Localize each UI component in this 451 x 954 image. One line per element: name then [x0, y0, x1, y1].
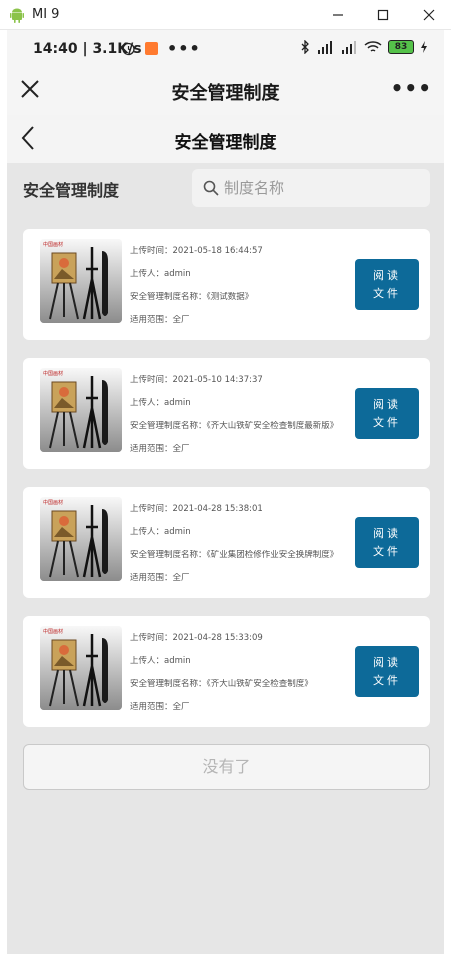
page-header: 安全管理制度 — [7, 115, 444, 163]
document-thumbnail: 中国画材 — [40, 239, 122, 323]
svg-text:中国画材: 中国画材 — [43, 499, 63, 506]
status-bar: 14:40 | 3.1K/s ••• 83 — [7, 30, 444, 70]
emulator-title-bar: MI 9 — [0, 0, 451, 30]
document-name: 安全管理制度名称：《矿业集团检修作业安全换牌制度》 — [130, 550, 339, 560]
minimize-icon — [333, 14, 343, 16]
document-info: 上传时间：2021-05-10 14:37:37 上传人：admin 安全管理制… — [130, 375, 360, 467]
close-icon — [423, 9, 435, 21]
upload-time: 上传时间：2021-05-18 16:44:57 — [130, 246, 263, 256]
signal-hd-icon — [318, 41, 332, 54]
svg-text:中国画材: 中国画材 — [43, 370, 63, 377]
bluetooth-icon — [301, 40, 309, 54]
document-scope: 适用范围：全厂 — [130, 444, 190, 454]
document-name: 安全管理制度名称：《测试数据》 — [130, 292, 254, 302]
easel-image-icon: 中国画材 — [40, 497, 122, 581]
alarm-icon — [122, 42, 135, 56]
document-scope: 适用范围：全厂 — [130, 315, 190, 325]
charging-icon — [421, 41, 427, 53]
document-info: 上传时间：2021-04-28 15:33:09 上传人：admin 安全管理制… — [130, 633, 360, 725]
document-info: 上传时间：2021-05-18 16:44:57 上传人：admin 安全管理制… — [130, 246, 360, 338]
uploader: 上传人：admin — [130, 398, 191, 408]
android-icon — [10, 8, 24, 23]
more-options-icon[interactable]: ••• — [391, 76, 432, 100]
wifi-icon — [364, 41, 382, 52]
easel-image-icon: 中国画材 — [40, 626, 122, 710]
maximize-button[interactable] — [371, 4, 395, 26]
easel-image-icon: 中国画材 — [40, 368, 122, 452]
document-scope: 适用范围：全厂 — [130, 702, 190, 712]
more-notifications-icon: ••• — [167, 39, 201, 58]
upload-time: 上传时间：2021-05-10 14:37:37 — [130, 375, 263, 385]
minimize-button[interactable] — [326, 4, 350, 26]
document-card: 中国画材 上传时间：2021-05-18 16:44:57 上传人：admin … — [23, 229, 430, 340]
uploader: 上传人：admin — [130, 527, 191, 537]
document-thumbnail: 中国画材 — [40, 497, 122, 581]
no-more-button[interactable]: 没有了 — [23, 744, 430, 790]
upload-time: 上传时间：2021-04-28 15:33:09 — [130, 633, 263, 643]
svg-text:中国画材: 中国画材 — [43, 628, 63, 635]
status-icons: 83 — [300, 40, 428, 54]
uploader: 上传人：admin — [130, 269, 191, 279]
phone-screen: 14:40 | 3.1K/s ••• 83 安全管理制度 ••• 安全管理制度 — [7, 30, 444, 954]
window-close-button[interactable] — [417, 4, 441, 26]
read-file-button[interactable]: 阅读 文件 — [355, 388, 419, 439]
search-input[interactable] — [224, 176, 419, 200]
document-scope: 适用范围：全厂 — [130, 573, 190, 583]
signal-icon — [342, 41, 356, 54]
section-header: 安全管理制度 — [7, 163, 444, 218]
document-card: 中国画材 上传时间：2021-05-10 14:37:37 上传人：admin … — [23, 358, 430, 469]
document-list: 中国画材 上传时间：2021-05-18 16:44:57 上传人：admin … — [23, 229, 430, 745]
document-card: 中国画材 上传时间：2021-04-28 15:38:01 上传人：admin … — [23, 487, 430, 598]
svg-text:中国画材: 中国画材 — [43, 241, 63, 248]
battery-icon: 83 — [388, 40, 414, 54]
window-title: MI 9 — [32, 7, 60, 22]
uploader: 上传人：admin — [130, 656, 191, 666]
document-name: 安全管理制度名称：《齐大山铁矿安全检查制度最新版》 — [130, 421, 339, 431]
section-title: 安全管理制度 — [23, 181, 120, 200]
read-file-button[interactable]: 阅读 文件 — [355, 259, 419, 310]
easel-image-icon: 中国画材 — [40, 239, 122, 323]
navbar-title: 安全管理制度 — [171, 83, 280, 104]
document-thumbnail: 中国画材 — [40, 368, 122, 452]
maximize-icon — [377, 9, 389, 21]
search-icon — [203, 180, 219, 196]
upload-time: 上传时间：2021-04-28 15:38:01 — [130, 504, 263, 514]
document-thumbnail: 中国画材 — [40, 626, 122, 710]
top-navbar: 安全管理制度 ••• — [7, 70, 444, 115]
search-box[interactable] — [192, 169, 430, 207]
document-card: 中国画材 上传时间：2021-04-28 15:33:09 上传人：admin … — [23, 616, 430, 727]
page-title: 安全管理制度 — [174, 133, 277, 153]
document-name: 安全管理制度名称：《齐大山铁矿安全检查制度》 — [130, 679, 313, 689]
recording-icon — [145, 42, 158, 55]
document-info: 上传时间：2021-04-28 15:38:01 上传人：admin 安全管理制… — [130, 504, 360, 596]
read-file-button[interactable]: 阅读 文件 — [355, 517, 419, 568]
read-file-button[interactable]: 阅读 文件 — [355, 646, 419, 697]
